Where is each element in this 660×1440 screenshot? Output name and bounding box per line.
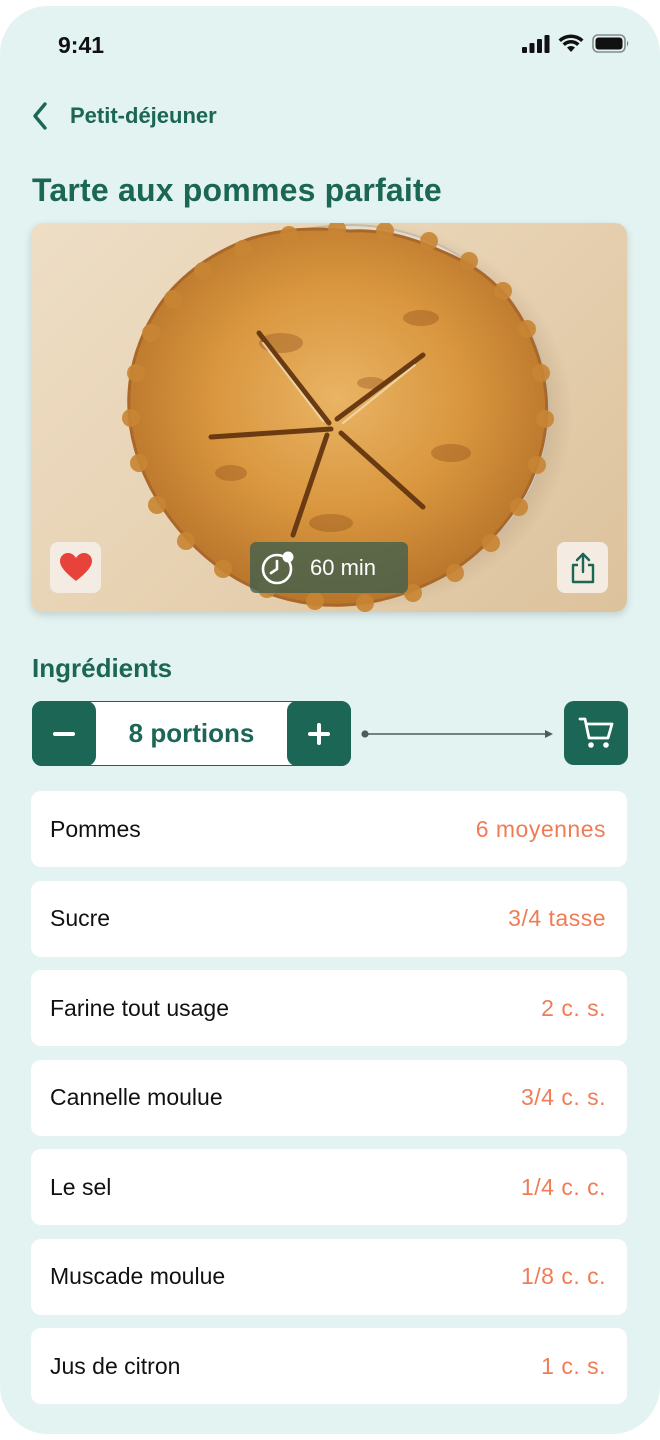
ingredient-quantity: 3/4 tasse bbox=[508, 905, 606, 931]
signal-icon bbox=[522, 34, 550, 53]
ingredient-row[interactable]: Le sel 1/4 c. c. bbox=[31, 1149, 627, 1225]
ingredients-heading: Ingrédients bbox=[32, 653, 173, 683]
ingredient-name: Muscade moulue bbox=[50, 1263, 226, 1289]
add-to-cart-button[interactable] bbox=[564, 701, 628, 765]
ingredient-quantity: 3/4 c. s. bbox=[520, 1084, 606, 1110]
status-bar: 9:41 bbox=[0, 6, 660, 86]
recipe-image: 60 min bbox=[31, 223, 627, 612]
ingredient-row[interactable]: Cannelle moulue 3/4 c. s. bbox=[31, 1059, 627, 1136]
ingredient-quantity: 6 moyennes bbox=[475, 815, 606, 842]
portions-stepper: 8 portions bbox=[32, 701, 351, 766]
share-button[interactable] bbox=[557, 542, 608, 593]
ingredient-name: Pommes bbox=[50, 815, 141, 842]
back-button[interactable]: Petit-déjeuner bbox=[32, 94, 217, 138]
ingredient-row[interactable]: Pommes 6 moyennes bbox=[31, 791, 627, 867]
share-icon bbox=[571, 552, 594, 583]
ingredient-name: Le sel bbox=[50, 1173, 112, 1200]
cart-icon bbox=[578, 717, 614, 748]
portions-value: 8 portions bbox=[128, 718, 255, 748]
recipe-title: Tarte aux pommes parfaite bbox=[32, 172, 442, 208]
duration-label: 60 min bbox=[310, 554, 377, 580]
ingredient-quantity: 1/8 c. c. bbox=[520, 1263, 606, 1289]
ingredient-name: Farine tout usage bbox=[50, 994, 230, 1021]
ingredient-row[interactable]: Farine tout usage 2 c. s. bbox=[31, 970, 627, 1046]
ingredient-name: Jus de citron bbox=[50, 1352, 181, 1379]
decrease-portions-button[interactable] bbox=[32, 701, 96, 766]
wifi-icon bbox=[558, 34, 584, 52]
heart-icon bbox=[59, 553, 92, 581]
ingredient-name: Sucre bbox=[50, 905, 111, 931]
plus-icon bbox=[308, 722, 330, 745]
battery-icon bbox=[592, 34, 629, 53]
ingredient-quantity: 1 c. s. bbox=[541, 1352, 606, 1379]
chevron-left-icon bbox=[33, 102, 47, 130]
minus-icon bbox=[53, 731, 75, 736]
ingredient-quantity: 2 c. s. bbox=[541, 994, 606, 1021]
status-icons bbox=[522, 34, 630, 53]
phone-screen: 9:41 Petit-déjeuner Tarte aux pommes par… bbox=[0, 6, 660, 1434]
ingredient-quantity: 1/4 c. c. bbox=[520, 1173, 606, 1200]
ingredients-list: Pommes 6 moyennes Sucre 3/4 tasse Farine… bbox=[31, 791, 627, 1418]
back-label: Petit-déjeuner bbox=[70, 103, 217, 128]
favorite-button[interactable] bbox=[50, 542, 101, 593]
duration-badge: 60 min bbox=[250, 542, 408, 593]
ingredient-name: Cannelle moulue bbox=[50, 1084, 223, 1110]
arrow-connector bbox=[361, 730, 553, 738]
ingredient-row[interactable]: Sucre 3/4 tasse bbox=[31, 880, 627, 957]
increase-portions-button[interactable] bbox=[287, 701, 351, 766]
status-time: 9:41 bbox=[58, 32, 105, 58]
ingredient-row[interactable]: Jus de citron 1 c. s. bbox=[31, 1328, 627, 1404]
clock-icon bbox=[261, 551, 294, 584]
ingredient-row[interactable]: Muscade moulue 1/8 c. c. bbox=[31, 1238, 627, 1315]
